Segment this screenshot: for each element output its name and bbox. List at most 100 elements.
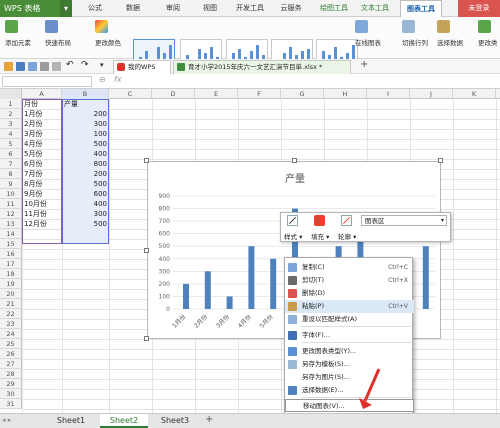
row-header[interactable]: 8 <box>0 169 22 179</box>
row-header[interactable]: 31 <box>0 399 22 409</box>
column-header[interactable]: E <box>195 89 238 99</box>
menu-tab[interactable]: 文本工具 <box>355 0 395 17</box>
change-type-button[interactable]: 更改类 <box>478 20 498 47</box>
row-header[interactable]: 22 <box>0 309 22 319</box>
print-preview-icon[interactable] <box>40 62 49 71</box>
row-header[interactable]: 23 <box>0 319 22 329</box>
tab-sheet3[interactable]: Sheet3 <box>152 414 198 428</box>
menu-tab[interactable]: 绘图工具 <box>315 0 353 17</box>
save-icon[interactable] <box>16 62 25 71</box>
tab-document[interactable]: 育才小学2015年庆六一文艺汇演节目单.xlsx * <box>173 60 351 74</box>
change-color-button[interactable]: 更改颜色 <box>95 20 121 47</box>
tab-sheet2[interactable]: Sheet2 <box>100 414 148 428</box>
column-header[interactable]: G <box>281 89 324 99</box>
column-header[interactable]: C <box>109 89 152 99</box>
tab-sheet1[interactable]: Sheet1 <box>48 414 94 428</box>
context-menu-item[interactable]: 选择数据(E)... <box>285 384 414 397</box>
customize-dropdown-icon[interactable]: ▾ <box>100 61 104 69</box>
context-menu-item[interactable]: 删除(D) <box>285 287 414 300</box>
row-header[interactable]: 1 <box>0 99 22 109</box>
column-header[interactable]: A <box>22 89 62 99</box>
outline-button[interactable]: 轮廓 ▾ <box>338 231 356 241</box>
chart-handle-tl[interactable] <box>144 158 149 163</box>
row-header[interactable]: 20 <box>0 289 22 299</box>
row-header[interactable]: 28 <box>0 369 22 379</box>
chart-handle-bl[interactable] <box>144 336 149 341</box>
context-menu-item[interactable]: 更改图表类型(Y)... <box>285 345 414 358</box>
row-header[interactable]: 19 <box>0 279 22 289</box>
menu-tab[interactable]: 审阅 <box>156 0 190 17</box>
app-dropdown-icon[interactable]: ▾ <box>60 0 72 17</box>
undo-icon[interactable]: ↶ <box>66 60 74 70</box>
row-header[interactable]: 5 <box>0 139 22 149</box>
add-element-button[interactable]: 添加元素 <box>5 20 31 47</box>
column-header[interactable]: F <box>238 89 281 99</box>
zoom-icon[interactable]: ⊖ <box>99 75 106 84</box>
row-header[interactable]: 30 <box>0 389 22 399</box>
menu-tab[interactable]: 数据 <box>116 0 150 17</box>
context-menu-item[interactable]: 另存为模板(S)... <box>285 358 414 371</box>
row-header[interactable]: 27 <box>0 359 22 369</box>
context-menu-item[interactable]: 重设以匹配样式(A) <box>285 313 414 326</box>
row-header[interactable]: 12 <box>0 209 22 219</box>
open-folder-icon[interactable] <box>4 62 13 71</box>
name-box[interactable] <box>2 76 92 87</box>
row-header[interactable]: 17 <box>0 259 22 269</box>
row-header[interactable]: 9 <box>0 179 22 189</box>
switch-row-col-button[interactable]: 切换行列 <box>402 20 428 47</box>
format-painter-icon[interactable] <box>52 62 61 71</box>
row-header[interactable]: 29 <box>0 379 22 389</box>
row-header[interactable]: 11 <box>0 199 22 209</box>
select-all-corner[interactable] <box>0 89 22 99</box>
quick-layout-button[interactable]: 快速布局 <box>45 20 71 47</box>
row-header[interactable]: 21 <box>0 299 22 309</box>
menu-tab[interactable]: 图表工具 <box>400 0 442 17</box>
context-menu-item[interactable]: 移动图表(V)... <box>285 399 414 412</box>
row-header[interactable]: 3 <box>0 119 22 129</box>
chart-handle-t[interactable] <box>292 158 297 163</box>
row-header[interactable]: 18 <box>0 269 22 279</box>
column-header[interactable]: H <box>324 89 367 99</box>
menu-tab[interactable]: 开发工具 <box>230 0 270 17</box>
row-header[interactable]: 13 <box>0 219 22 229</box>
menu-tab[interactable]: 视图 <box>195 0 225 17</box>
style-icon[interactable] <box>287 215 298 226</box>
row-header[interactable]: 25 <box>0 339 22 349</box>
outline-pen-icon[interactable] <box>341 215 352 226</box>
menu-tab[interactable]: 云服务 <box>272 0 310 17</box>
row-header[interactable]: 16 <box>0 249 22 259</box>
column-header[interactable]: B <box>62 89 109 99</box>
column-header[interactable]: J <box>410 89 453 99</box>
fx-button[interactable]: fx <box>114 75 122 84</box>
column-header[interactable]: K <box>453 89 496 99</box>
fill-bucket-icon[interactable] <box>314 215 325 226</box>
row-header[interactable]: 4 <box>0 129 22 139</box>
add-sheet-button[interactable]: + <box>205 414 213 425</box>
context-menu-item[interactable]: 另存为图片(S)... <box>285 371 414 384</box>
row-header[interactable]: 7 <box>0 159 22 169</box>
row-header[interactable]: 24 <box>0 329 22 339</box>
login-button[interactable]: 未登录 <box>458 0 500 17</box>
row-header[interactable]: 6 <box>0 149 22 159</box>
row-header[interactable]: 14 <box>0 229 22 239</box>
style-button[interactable]: 样式 ▾ <box>284 231 302 241</box>
fill-button[interactable]: 填充 ▾ <box>311 231 329 241</box>
chart-element-select[interactable]: 图表区 ▾ <box>361 215 447 226</box>
print-icon[interactable] <box>28 62 37 71</box>
formula-input[interactable] <box>130 76 498 87</box>
column-header[interactable]: D <box>152 89 195 99</box>
sheet-nav-icon[interactable]: ◂ ▸ <box>2 416 11 424</box>
menu-tab[interactable]: 公式 <box>80 0 110 17</box>
chart-handle-l[interactable] <box>144 248 149 253</box>
chart-handle-tr[interactable] <box>438 158 443 163</box>
context-menu-item[interactable]: 剪切(T) Ctrl+X <box>285 274 414 287</box>
select-data-button[interactable]: 选择数据 <box>437 20 463 47</box>
row-header[interactable]: 26 <box>0 349 22 359</box>
wps-app-button[interactable]: WPS 表格 ▾ <box>0 0 72 17</box>
column-header[interactable]: I <box>367 89 410 99</box>
new-tab-button[interactable]: + <box>360 59 368 70</box>
context-menu-item[interactable]: 复制(C) Ctrl+C <box>285 261 414 274</box>
context-menu-item[interactable]: 字体(F)... <box>285 329 414 342</box>
redo-icon[interactable]: ↷ <box>81 60 89 70</box>
online-chart-button[interactable]: 在线图表 <box>355 20 381 47</box>
